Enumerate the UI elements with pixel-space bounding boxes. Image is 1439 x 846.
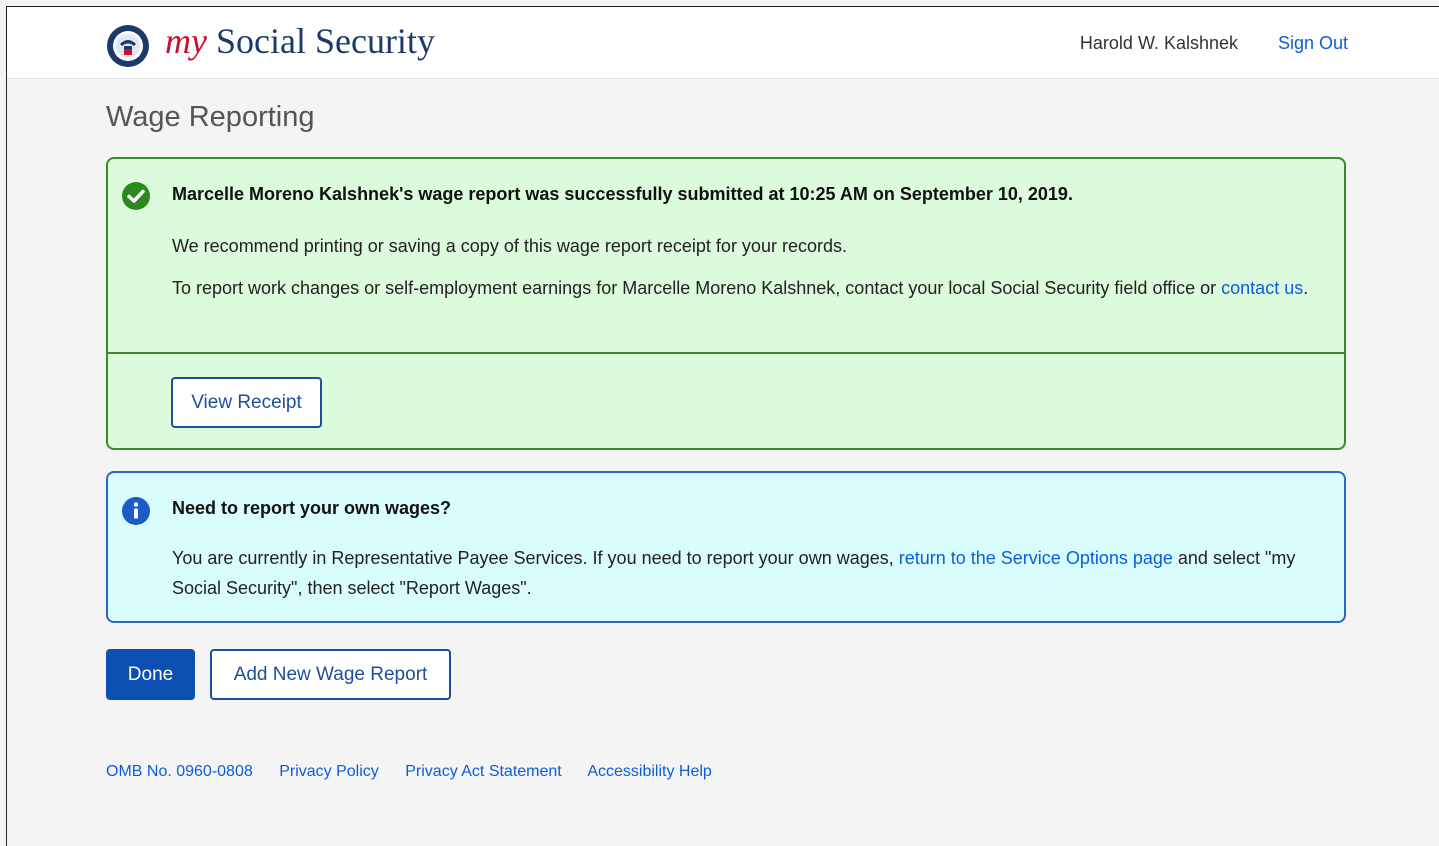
alert-divider: [108, 352, 1344, 354]
check-circle-icon: [122, 182, 150, 210]
accessibility-help-link[interactable]: Accessibility Help: [587, 763, 711, 780]
page-frame: my Social Security Harold W. Kalshnek Sig…: [6, 6, 1439, 846]
privacy-act-statement-link[interactable]: Privacy Act Statement: [405, 763, 562, 780]
success-heading: Marcelle Moreno Kalshnek's wage report w…: [172, 184, 1073, 204]
success-alert: Marcelle Moreno Kalshnek's wage report w…: [106, 157, 1346, 450]
contact-us-link[interactable]: contact us: [1221, 278, 1303, 298]
info-message: You are currently in Representative Paye…: [172, 543, 1322, 603]
info-alert: Need to report your own wages? You are c…: [106, 471, 1346, 623]
info-text-before: You are currently in Representative Paye…: [172, 548, 899, 568]
sign-out-link[interactable]: Sign Out: [1278, 33, 1348, 54]
instructions-end: .: [1303, 278, 1309, 298]
logo-prefix: my: [165, 21, 207, 61]
logo-title: Social Security: [215, 21, 435, 61]
footer: OMB No. 0960-0808 Privacy Policy Privacy…: [106, 763, 734, 781]
success-message: We recommend printing or saving a copy o…: [172, 236, 847, 256]
page-title: Wage Reporting: [106, 101, 315, 133]
privacy-policy-link[interactable]: Privacy Policy: [279, 763, 379, 780]
omb-number-link[interactable]: OMB No. 0960-0808: [106, 763, 253, 780]
site-header: my Social Security Harold W. Kalshnek Sig…: [7, 7, 1439, 79]
site-logo[interactable]: my Social Security: [165, 20, 435, 62]
user-name: Harold W. Kalshnek: [1079, 33, 1238, 53]
success-instructions: To report work changes or self-employmen…: [172, 273, 1332, 303]
done-button[interactable]: Done: [106, 649, 195, 700]
ssa-seal-icon: [107, 25, 149, 67]
info-heading: Need to report your own wages?: [172, 498, 452, 518]
service-options-link[interactable]: return to the Service Options page: [899, 548, 1173, 568]
info-circle-icon: [122, 497, 150, 525]
view-receipt-button[interactable]: View Receipt: [171, 377, 322, 428]
add-new-wage-report-button[interactable]: Add New Wage Report: [210, 649, 451, 700]
instructions-text: To report work changes or self-employmen…: [172, 278, 1222, 298]
